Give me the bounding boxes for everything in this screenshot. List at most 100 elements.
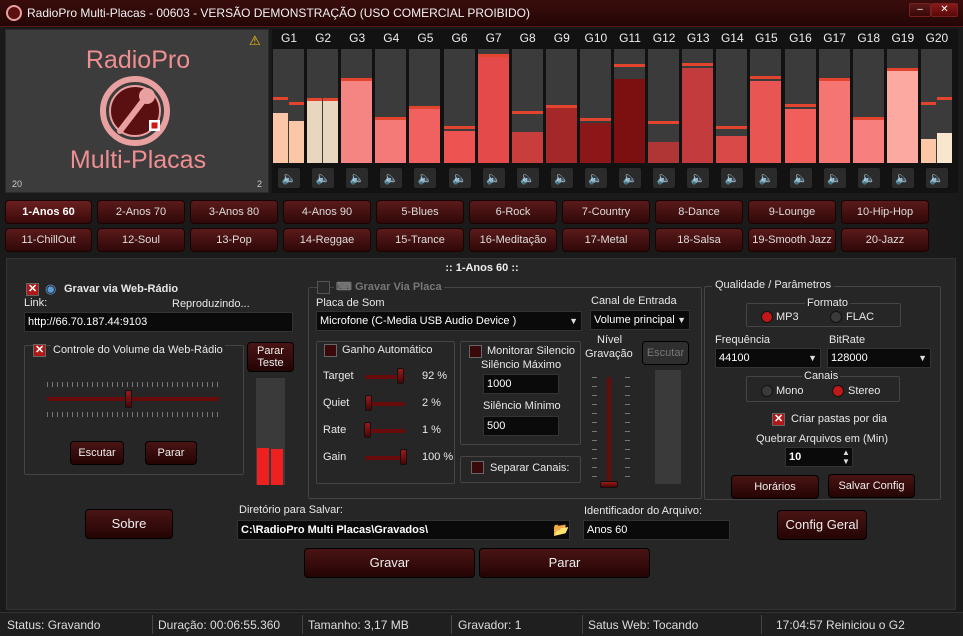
bitrate-select[interactable]: 128000: [827, 348, 931, 368]
gain-row-label: Gain: [323, 451, 347, 463]
preset-button[interactable]: 5-Blues: [376, 200, 464, 224]
speaker-icon[interactable]: 🔈: [447, 167, 472, 189]
monitor-silence-checkbox[interactable]: [469, 345, 482, 358]
flac-radio[interactable]: [830, 311, 842, 323]
volume-control-checkbox[interactable]: [33, 343, 46, 357]
card-listen-button[interactable]: Escutar: [642, 341, 689, 365]
volume-slider-track[interactable]: [47, 397, 219, 401]
preset-button[interactable]: 15-Trance: [376, 228, 464, 252]
general-config-button[interactable]: Config Geral: [777, 510, 867, 540]
sound-card-label: Placa de Som: [316, 297, 385, 309]
mono-radio[interactable]: [761, 385, 773, 397]
folder-icon[interactable]: 📂: [553, 522, 569, 538]
preset-button[interactable]: 8-Dance: [655, 200, 743, 224]
file-id-input[interactable]: Anos 60: [583, 520, 730, 540]
preset-button[interactable]: 12-Soul: [97, 228, 185, 252]
web-stop-button[interactable]: Parar: [145, 441, 197, 465]
stop-test-button[interactable]: Parar Teste: [247, 342, 294, 372]
preset-button[interactable]: 14-Reggae: [283, 228, 371, 252]
minimize-button[interactable]: ‒: [909, 3, 931, 17]
split-files-spinner-icon[interactable]: ▲ ▼: [842, 448, 850, 466]
gain-row-slider-thumb[interactable]: [397, 368, 405, 384]
preset-button[interactable]: 10-Hip-Hop: [841, 200, 929, 224]
preset-button[interactable]: 6-Rock: [469, 200, 557, 224]
stop-button[interactable]: Parar: [479, 548, 650, 578]
speaker-icon[interactable]: 🔈: [890, 167, 915, 189]
sound-card-checkbox[interactable]: [317, 281, 330, 294]
meter-label-g6: G6: [451, 31, 468, 45]
auto-gain-checkbox[interactable]: [324, 344, 337, 357]
gain-row-slider-thumb[interactable]: [364, 422, 372, 438]
speaker-icon[interactable]: 🔈: [549, 167, 574, 189]
stereo-radio[interactable]: [832, 385, 844, 397]
meter-peak: [545, 105, 577, 109]
speaker-icon[interactable]: 🔈: [686, 167, 711, 189]
speaker-icon[interactable]: 🔈: [652, 167, 677, 189]
speaker-icon[interactable]: 🔈: [754, 167, 779, 189]
about-button[interactable]: Sobre: [85, 509, 173, 539]
preset-button[interactable]: 16-Meditação: [469, 228, 557, 252]
record-button[interactable]: Gravar: [304, 548, 475, 578]
close-button[interactable]: ✕: [931, 3, 958, 17]
speaker-icon[interactable]: 🔈: [788, 167, 813, 189]
logo-text-top: RadioPro: [85, 46, 191, 74]
auto-gain-label: Ganho Automático: [342, 344, 433, 356]
gain-row-slider-thumb[interactable]: [400, 449, 407, 465]
rec-level-slider-thumb[interactable]: [600, 481, 618, 488]
link-input[interactable]: http://66.70.187.44:9103: [24, 312, 293, 332]
meter-bar-g6: [443, 49, 475, 163]
rec-level-slider-track[interactable]: [607, 377, 611, 487]
preset-button[interactable]: 9-Lounge: [748, 200, 836, 224]
preset-button[interactable]: 19-Smooth Jazz: [748, 228, 836, 252]
preset-button[interactable]: 20-Jazz: [841, 228, 929, 252]
input-channel-select[interactable]: Volume principal: [590, 310, 690, 330]
gain-row-slider[interactable]: [365, 456, 405, 460]
sound-card-select[interactable]: Microfone (C-Media USB Audio Device ): [316, 311, 582, 331]
app-icon: [6, 5, 22, 21]
speaker-icon[interactable]: 🔈: [856, 167, 881, 189]
mp3-radio[interactable]: [761, 311, 773, 323]
create-folders-checkbox[interactable]: [772, 412, 785, 426]
speaker-icon[interactable]: 🔈: [481, 167, 506, 189]
speaker-icon[interactable]: 🔈: [277, 167, 301, 189]
save-dir-input[interactable]: C:\RadioPro Multi Placas\Gravados\: [237, 520, 570, 540]
max-silence-input[interactable]: 1000: [483, 374, 559, 394]
preset-button[interactable]: 4-Anos 90: [283, 200, 371, 224]
speaker-icon[interactable]: 🔈: [413, 167, 438, 189]
speaker-icon[interactable]: 🔈: [924, 167, 949, 189]
save-dir-label: Diretório para Salvar:: [239, 504, 343, 516]
meter-fill: [716, 135, 748, 163]
status-separator: [451, 615, 452, 634]
meter-label-g4: G4: [383, 31, 400, 45]
speaker-icon[interactable]: 🔈: [618, 167, 642, 189]
meter-fill: [273, 112, 288, 163]
web-listen-button[interactable]: Escutar: [70, 441, 124, 465]
speaker-icon[interactable]: 🔈: [720, 167, 745, 189]
speaker-icon[interactable]: 🔈: [345, 167, 370, 189]
web-radio-checkbox[interactable]: [26, 282, 39, 296]
stop-test-line2: Teste: [257, 357, 284, 369]
speaker-icon[interactable]: 🔈: [379, 167, 404, 189]
preset-button[interactable]: 17-Metal: [562, 228, 650, 252]
preset-button[interactable]: 1-Anos 60: [5, 200, 92, 224]
preset-button[interactable]: 3-Anos 80: [190, 200, 278, 224]
preset-button[interactable]: 13-Pop: [190, 228, 278, 252]
speaker-icon[interactable]: 🔈: [583, 167, 608, 189]
frequency-select[interactable]: 44100: [715, 348, 821, 368]
speaker-icon[interactable]: 🔈: [822, 167, 847, 189]
meter-bar-g20: [920, 49, 952, 163]
preset-button[interactable]: 2-Anos 70: [97, 200, 185, 224]
speaker-icon[interactable]: 🔈: [515, 167, 540, 189]
split-channels-checkbox[interactable]: [471, 461, 484, 474]
preset-button[interactable]: 11-ChillOut: [5, 228, 92, 252]
auto-gain-group: Ganho Automático Target 92 % Quiet 2 % Rate 1…: [316, 341, 455, 484]
gain-row-slider-thumb[interactable]: [364, 395, 372, 411]
preset-button[interactable]: 7-Country: [562, 200, 650, 224]
speaker-icon[interactable]: 🔈: [311, 167, 336, 189]
preset-button[interactable]: 18-Salsa: [655, 228, 743, 252]
save-config-button[interactable]: Salvar Config: [828, 474, 915, 498]
min-silence-input[interactable]: 500: [483, 416, 559, 436]
volume-slider-thumb[interactable]: [124, 390, 132, 408]
stereo-label: Stereo: [848, 385, 881, 397]
schedule-button[interactable]: Horários: [731, 475, 819, 499]
